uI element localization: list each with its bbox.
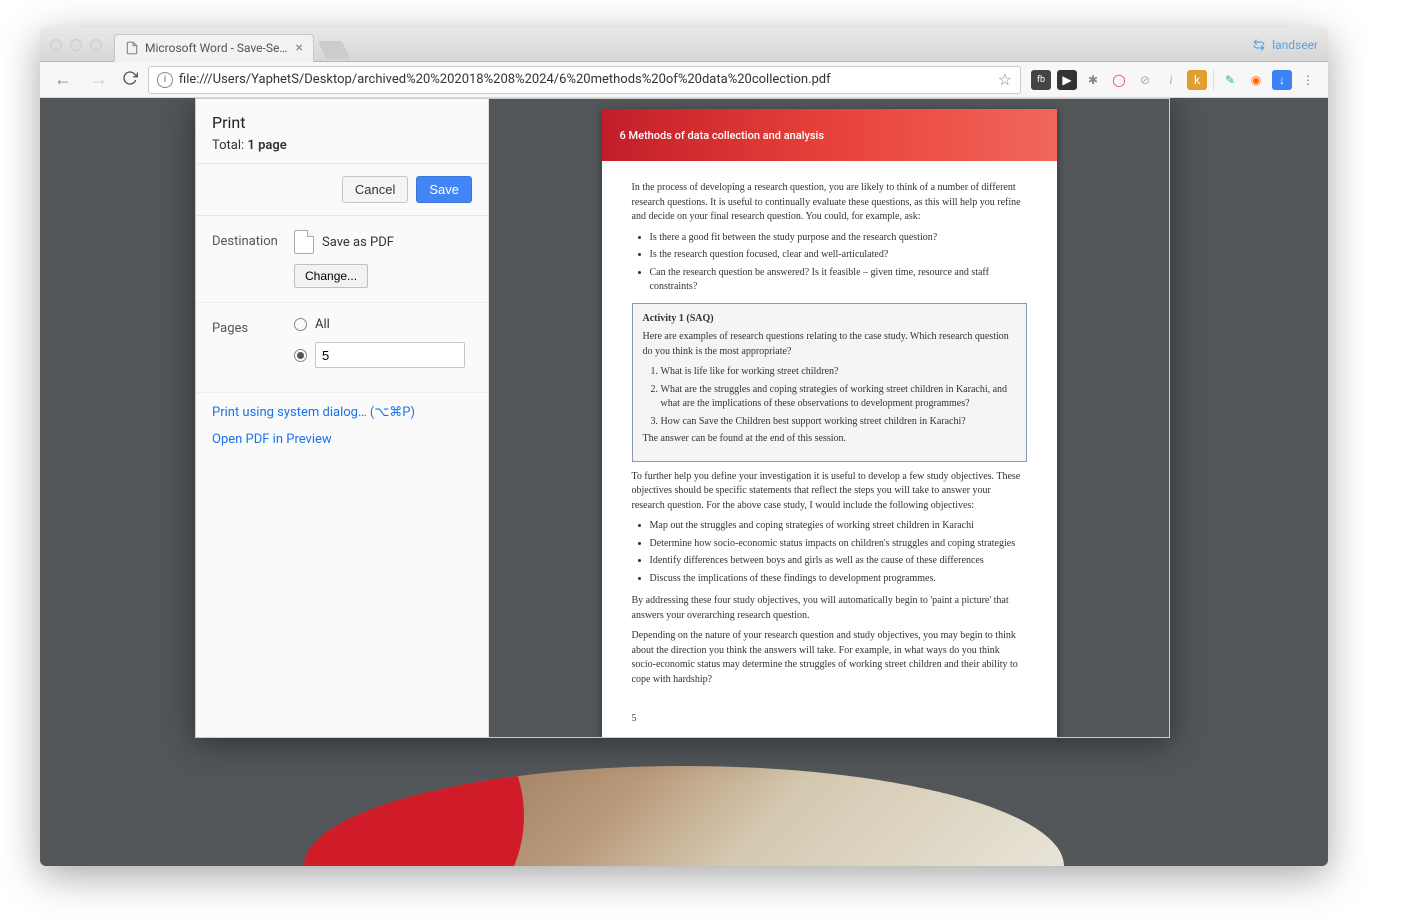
page-number: 5 bbox=[602, 707, 1057, 737]
radio-all[interactable] bbox=[294, 318, 307, 331]
pdf-icon bbox=[294, 230, 314, 254]
print-preview-area[interactable]: 6 Methods of data collection and analysi… bbox=[489, 99, 1169, 737]
bullet: Can the research question be answered? I… bbox=[650, 266, 1027, 295]
menu-icon[interactable]: ⋮ bbox=[1298, 70, 1318, 90]
tab-title: Microsoft Word - Save-Session bbox=[145, 41, 290, 55]
file-icon bbox=[125, 41, 139, 55]
bullet: Is the research question focused, clear … bbox=[650, 248, 1027, 263]
site-info-icon[interactable]: i bbox=[157, 72, 173, 88]
activity-intro: Here are examples of research questions … bbox=[643, 330, 1016, 359]
radio-all-row[interactable]: All bbox=[294, 317, 472, 332]
para3: By addressing these four study objective… bbox=[632, 594, 1027, 623]
ext-bug-icon[interactable]: ✱ bbox=[1083, 70, 1103, 90]
para4: Depending on the nature of your research… bbox=[632, 629, 1027, 687]
print-dialog: Print Total: 1 page Cancel Save Destinat… bbox=[195, 98, 1170, 738]
reload-button[interactable] bbox=[122, 70, 138, 90]
separator bbox=[1213, 70, 1214, 90]
destination-value: Save as PDF bbox=[322, 235, 394, 250]
destination-label: Destination bbox=[212, 230, 294, 249]
new-tab-button[interactable] bbox=[318, 41, 350, 59]
preview-content: In the process of developing a research … bbox=[602, 161, 1057, 707]
ext-slash-icon[interactable]: ⊘ bbox=[1135, 70, 1155, 90]
activity-item: What are the struggles and coping strate… bbox=[661, 383, 1016, 412]
bullet: Identify differences between boys and gi… bbox=[650, 554, 1027, 569]
bullet: Discuss the implications of these findin… bbox=[650, 572, 1027, 587]
change-destination-button[interactable]: Change... bbox=[294, 264, 368, 288]
ext-italic-icon[interactable]: i bbox=[1161, 70, 1181, 90]
print-title: Print bbox=[212, 113, 472, 132]
ext-orange-circle-icon[interactable]: ◉ bbox=[1246, 70, 1266, 90]
url-text: file:///Users/YaphetS/Desktop/archived%2… bbox=[179, 72, 986, 87]
print-links: Print using system dialog… (⌥⌘P) Open PD… bbox=[196, 393, 488, 471]
extensions-row: fb ▶ ✱ ◯ ⊘ i k ✎ ◉ ↓ ⋮ bbox=[1031, 70, 1318, 90]
activity-box: Activity 1 (SAQ) Here are examples of re… bbox=[632, 303, 1027, 462]
viewport: Print Total: 1 page Cancel Save Destinat… bbox=[40, 98, 1328, 866]
ext-fb-icon[interactable]: fb bbox=[1031, 70, 1051, 90]
activity-title: Activity 1 (SAQ) bbox=[643, 312, 1016, 327]
ext-evernote-icon[interactable]: ✎ bbox=[1220, 70, 1240, 90]
bullet: Map out the struggles and coping strateg… bbox=[650, 519, 1027, 534]
open-preview-link[interactable]: Open PDF in Preview bbox=[212, 432, 472, 447]
ext-download-icon[interactable]: ↓ bbox=[1272, 70, 1292, 90]
traffic-lights bbox=[50, 39, 102, 51]
pages-input[interactable] bbox=[315, 342, 465, 368]
print-dialog-header: Print Total: 1 page bbox=[196, 99, 488, 164]
bullet: Determine how socio-economic status impa… bbox=[650, 537, 1027, 552]
radio-custom-row[interactable] bbox=[294, 342, 472, 368]
para2: To further help you define your investig… bbox=[632, 470, 1027, 514]
print-total: Total: 1 page bbox=[212, 138, 472, 153]
destination-section: Destination Save as PDF Change... bbox=[196, 216, 488, 303]
save-button[interactable]: Save bbox=[416, 176, 472, 203]
omnibox[interactable]: i file:///Users/YaphetS/Desktop/archived… bbox=[148, 66, 1021, 94]
titlebar-right: landseer bbox=[1252, 38, 1318, 52]
browser-tab[interactable]: Microsoft Word - Save-Session × bbox=[114, 34, 314, 62]
profile-label[interactable]: landseer bbox=[1272, 38, 1318, 52]
minimize-window-button[interactable] bbox=[70, 39, 82, 51]
ext-circle-red-icon[interactable]: ◯ bbox=[1109, 70, 1129, 90]
ext-arrow-icon[interactable]: ▶ bbox=[1057, 70, 1077, 90]
radio-all-label: All bbox=[315, 317, 330, 332]
destination-row: Save as PDF bbox=[294, 230, 472, 254]
forward-button[interactable]: → bbox=[86, 69, 112, 90]
maximize-window-button[interactable] bbox=[90, 39, 102, 51]
bullet: Is there a good fit between the study pu… bbox=[650, 231, 1027, 246]
pages-label: Pages bbox=[212, 317, 294, 336]
radio-custom[interactable] bbox=[294, 349, 307, 362]
ext-k-icon[interactable]: k bbox=[1187, 70, 1207, 90]
titlebar: Microsoft Word - Save-Session × landseer bbox=[40, 28, 1328, 62]
address-bar: ← → i file:///Users/YaphetS/Desktop/arch… bbox=[40, 62, 1328, 98]
page-preview: 6 Methods of data collection and analysi… bbox=[602, 109, 1057, 737]
pages-section: Pages All bbox=[196, 303, 488, 393]
cancel-button[interactable]: Cancel bbox=[342, 176, 408, 203]
system-dialog-link[interactable]: Print using system dialog… (⌥⌘P) bbox=[212, 405, 472, 420]
back-button[interactable]: ← bbox=[50, 69, 76, 90]
intro-paragraph: In the process of developing a research … bbox=[632, 181, 1027, 225]
browser-window: Microsoft Word - Save-Session × landseer… bbox=[40, 28, 1328, 866]
print-dialog-sidebar: Print Total: 1 page Cancel Save Destinat… bbox=[196, 99, 489, 737]
background-photo bbox=[304, 766, 1064, 866]
preview-doc-header: 6 Methods of data collection and analysi… bbox=[602, 109, 1057, 161]
sync-icon bbox=[1252, 38, 1266, 52]
close-window-button[interactable] bbox=[50, 39, 62, 51]
print-actions: Cancel Save bbox=[196, 164, 488, 216]
activity-item: How can Save the Children best support w… bbox=[661, 415, 1016, 430]
activity-item: What is life like for working street chi… bbox=[661, 365, 1016, 380]
bookmark-star-icon[interactable]: ☆ bbox=[998, 70, 1012, 89]
activity-footer: The answer can be found at the end of th… bbox=[643, 432, 1016, 447]
tab-close-button[interactable]: × bbox=[296, 40, 303, 56]
